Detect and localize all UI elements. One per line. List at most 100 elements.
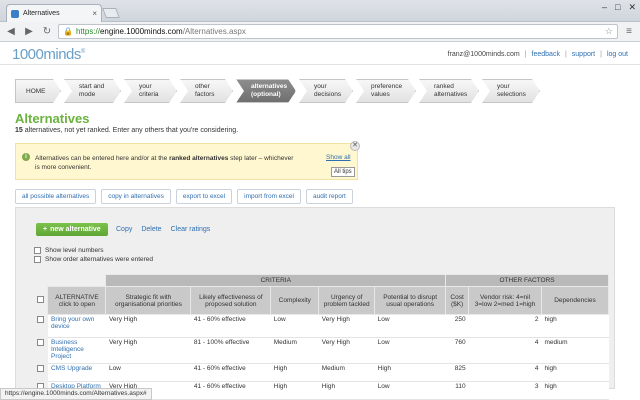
show-all-tips-link[interactable]: Show all [326, 154, 351, 161]
step-start-and-mode[interactable]: start and mode [64, 79, 121, 103]
audit-report-button[interactable]: audit report [305, 189, 353, 204]
browser-tab[interactable]: Alternatives × [6, 4, 102, 22]
table-cell: 825 [445, 363, 469, 382]
row-checkbox[interactable] [37, 315, 44, 323]
close-tip-icon[interactable]: ✕ [350, 141, 360, 151]
tab-title: Alternatives [23, 10, 60, 17]
tooltip: All tips [331, 167, 355, 177]
new-alternative-button[interactable]: + new alternative [36, 223, 108, 236]
url-host: engine.1000minds.com [99, 27, 183, 36]
table-cell: high [541, 314, 609, 338]
user-email: franz@1000minds.com [447, 51, 520, 58]
alternative-name-link[interactable]: CMS Upgrade [47, 363, 106, 382]
show-order-checkbox[interactable] [34, 256, 41, 263]
other-factors-group-header: OTHER FACTORS [445, 274, 609, 287]
bookmark-star-icon[interactable]: ☆ [605, 26, 613, 37]
forward-icon[interactable]: ▶ [22, 25, 36, 39]
show-level-numbers-option[interactable]: Show level numbers [34, 247, 104, 254]
column-header[interactable]: Cost ($K) [445, 286, 470, 315]
support-link[interactable]: support [572, 51, 595, 58]
alternatives-panel: + new alternative Copy Delete Clear ratin… [15, 207, 615, 400]
alternatives-table: CRITERIA OTHER FACTORS ALTERNATIVE click … [34, 274, 610, 400]
row-checkbox[interactable] [37, 338, 44, 346]
window-controls: – □ ✕ [602, 2, 636, 13]
column-header[interactable]: Dependencies [540, 286, 610, 315]
clear-ratings-link[interactable]: Clear ratings [171, 226, 211, 233]
step-navigation: HOME start and mode your criteria other fac… [15, 79, 543, 103]
table-cell: Medium [270, 337, 319, 364]
account-links: franz@1000minds.com | feedback | support… [447, 51, 628, 58]
row-checkbox[interactable] [37, 364, 44, 372]
table-cell: High [374, 363, 446, 382]
plus-icon: + [43, 226, 48, 233]
table-cell: 4 [468, 337, 542, 364]
copy-link[interactable]: Copy [116, 226, 132, 233]
table-cell: Low [374, 381, 446, 400]
table-cell: Very High [105, 337, 191, 364]
step-your-selections[interactable]: your selections [482, 79, 540, 103]
reload-icon[interactable]: ↻ [40, 25, 54, 39]
table-cell: Low [374, 337, 446, 364]
close-window-icon[interactable]: ✕ [628, 2, 636, 13]
favicon-icon [11, 9, 19, 18]
table-cell: high [541, 381, 609, 400]
table-cell: 760 [445, 337, 469, 364]
step-your-criteria[interactable]: your criteria [124, 79, 177, 103]
maximize-icon[interactable]: □ [615, 2, 620, 13]
site-header: 1000minds® franz@1000minds.com | feedbac… [0, 43, 640, 65]
step-preference-values[interactable]: preference values [356, 79, 416, 103]
column-header[interactable]: Vendor risk: 4=nil 3=low 2=med 1=high [468, 286, 542, 315]
table-cell: 4 [468, 363, 542, 382]
table-row: CMS Upgrade Low 41 - 60% effective High … [34, 363, 609, 382]
table-cell: 81 - 100% effective [190, 337, 271, 364]
url-path: /Alternatives.aspx [182, 27, 246, 36]
all-possible-alternatives-button[interactable]: all possible alternatives [15, 189, 97, 204]
new-tab-button[interactable] [102, 8, 120, 18]
alternative-name-link[interactable]: Business Intelligence Project [47, 337, 106, 364]
step-alternatives[interactable]: alternatives (optional) [236, 79, 296, 103]
tab-close-icon[interactable]: × [92, 9, 97, 18]
step-other-factors[interactable]: other factors [180, 79, 233, 103]
feedback-link[interactable]: feedback [532, 51, 560, 58]
logo[interactable]: 1000minds® [12, 46, 85, 63]
show-order-option[interactable]: Show order alternatives were entered [34, 256, 153, 263]
step-your-decisions[interactable]: your decisions [299, 79, 353, 103]
address-bar[interactable]: 🔒 https:// engine.1000minds.com /Alterna… [58, 24, 618, 39]
table-cell: Low [374, 314, 446, 338]
criteria-group-header: CRITERIA [105, 274, 447, 287]
table-row: Bring your own device Very High 41 - 60%… [34, 314, 609, 338]
show-level-numbers-checkbox[interactable] [34, 247, 41, 254]
table-cell: High [270, 363, 319, 382]
column-header[interactable]: Complexity [270, 286, 320, 315]
alternative-column-header[interactable]: ALTERNATIVE click to open [47, 286, 107, 315]
import-from-excel-button[interactable]: import from excel [237, 189, 301, 204]
table-cell: 41 - 60% effective [190, 363, 271, 382]
select-all-checkbox[interactable] [37, 296, 45, 303]
table-cell: Very High [318, 314, 375, 338]
minimize-icon[interactable]: – [602, 2, 607, 13]
column-header[interactable]: Potential to disrupt usual operations [374, 286, 447, 315]
alternative-name-link[interactable]: Bring your own device [47, 314, 106, 338]
logout-link[interactable]: log out [607, 51, 628, 58]
page-subtitle: 15 alternatives, not yet ranked. Enter a… [15, 127, 239, 134]
url-scheme: https:// [75, 27, 100, 36]
table-cell: Very High [318, 337, 375, 364]
table-cell: High [270, 381, 319, 400]
step-ranked-alternatives[interactable]: ranked alternatives [419, 79, 479, 103]
table-cell: high [541, 363, 609, 382]
panel-links: Copy Delete Clear ratings [116, 226, 210, 233]
column-header[interactable]: Likely effectiveness of proposed solutio… [190, 286, 272, 315]
column-header[interactable]: Urgency of problem tackled [318, 286, 376, 315]
delete-link[interactable]: Delete [141, 226, 161, 233]
table-cell: 3 [468, 381, 542, 400]
column-header[interactable]: Strategic fit with organisational priori… [105, 286, 192, 315]
status-bar: https://engine.1000minds.com/Alternative… [0, 388, 152, 400]
copy-in-alternatives-button[interactable]: copy in alternatives [101, 189, 171, 204]
export-to-excel-button[interactable]: export to excel [175, 189, 233, 204]
step-home[interactable]: HOME [15, 79, 61, 103]
table-cell: 41 - 60% effective [190, 314, 271, 338]
back-icon[interactable]: ◀ [4, 25, 18, 39]
browser-toolbar: ◀ ▶ ↻ 🔒 https:// engine.1000minds.com /A… [0, 22, 640, 42]
browser-titlebar: Alternatives × – □ ✕ [0, 0, 640, 22]
menu-icon[interactable]: ≡ [622, 25, 636, 39]
